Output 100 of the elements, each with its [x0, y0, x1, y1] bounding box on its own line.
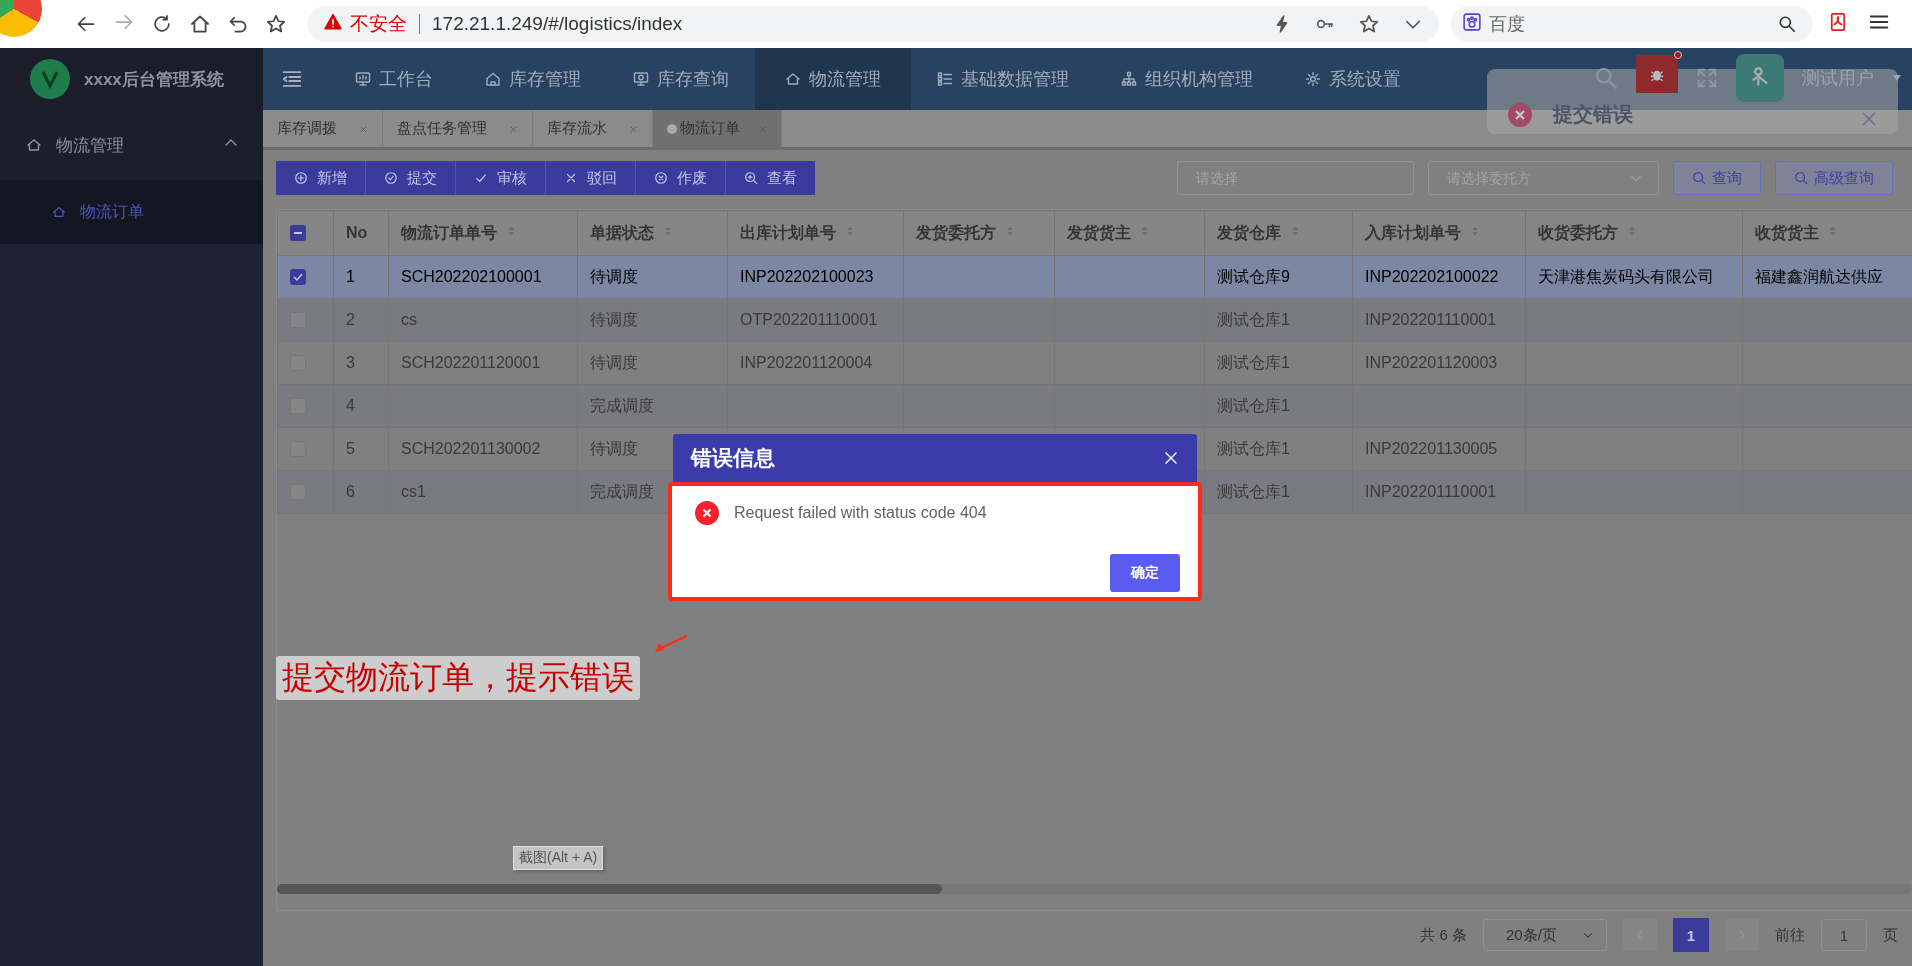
toolbar-button[interactable]: 新增: [276, 161, 366, 195]
table-cell: 天津港焦炭码头有限公司: [1538, 267, 1714, 285]
sidebar-item[interactable]: 物流订单: [0, 180, 263, 244]
table-cell: SCH202201120001: [401, 354, 541, 371]
star-icon[interactable]: [266, 14, 286, 34]
table-cell: 测试仓库9: [1217, 267, 1290, 285]
table-cell: 6: [346, 483, 355, 500]
pdf-icon[interactable]: [1828, 12, 1848, 32]
table-cell: INP202201110001: [1365, 311, 1497, 328]
select-all-checkbox[interactable]: [290, 225, 306, 241]
nav-item[interactable]: 系统设置: [1279, 48, 1427, 110]
horizontal-scrollbar[interactable]: [277, 884, 1912, 894]
table-cell: 4: [346, 397, 355, 414]
avatar[interactable]: [1736, 54, 1784, 102]
home-icon[interactable]: [190, 14, 210, 34]
table-cell: 福建鑫润航达供应: [1755, 267, 1883, 285]
table-cell: 完成调度: [590, 396, 654, 414]
forward-icon[interactable]: [114, 12, 134, 32]
house-icon: [52, 205, 66, 219]
security-label: 不安全: [350, 12, 407, 36]
table-cell: 完成调度: [590, 482, 654, 500]
table-cell: SCH202201130002: [401, 440, 541, 457]
table-cell: 1: [346, 268, 355, 285]
undo-icon[interactable]: [228, 14, 248, 34]
table-cell: 测试仓库1: [1217, 310, 1290, 328]
error-icon: [694, 500, 720, 526]
search-icon: [1794, 171, 1808, 185]
search-icon[interactable]: [1778, 15, 1796, 33]
nav-item[interactable]: 库存查询: [607, 48, 755, 110]
error-icon: [1507, 102, 1533, 128]
x-circle-icon: [654, 171, 668, 185]
confirm-button[interactable]: 确定: [1110, 554, 1180, 592]
error-message: Request failed with status code 404: [734, 504, 987, 522]
back-icon[interactable]: [76, 14, 96, 34]
status-dot: [667, 123, 677, 134]
url-text: 172.21.1.249/#/logistics/index: [432, 13, 684, 35]
nav-item[interactable]: 库存管理: [459, 48, 607, 110]
table-cell: 测试仓库1: [1217, 353, 1290, 371]
warning-icon: [324, 12, 342, 31]
close-icon: [564, 171, 578, 185]
table-cell: cs: [401, 311, 417, 328]
logo-icon: [30, 59, 70, 99]
table-cell: INP202201120003: [1365, 354, 1498, 371]
table-cell: 待调度: [590, 310, 638, 328]
table-cell: INP202201120004: [740, 354, 873, 371]
table-cell: 5: [346, 440, 355, 457]
table-cell: 测试仓库1: [1217, 482, 1290, 500]
table-cell: 3: [346, 354, 355, 371]
column-header[interactable]: 收货货主: [1755, 222, 1819, 244]
reload-icon[interactable]: [152, 14, 172, 34]
list-icon: [937, 71, 953, 87]
notification-title: 提交错误: [1553, 102, 1633, 127]
tooltip: 截图(Alt + A): [513, 846, 604, 870]
app-title: xxxx后台管理系统: [84, 68, 224, 91]
annotation-text: 提交物流订单，提示错误: [276, 656, 640, 700]
menu-collapse-icon[interactable]: [281, 68, 303, 90]
nav-item[interactable]: 物流管理: [755, 48, 911, 110]
monitor-icon: [633, 71, 649, 87]
nav-item[interactable]: 组织机构管理: [1095, 48, 1279, 110]
dialog-title: 错误信息: [691, 445, 775, 471]
fullscreen-icon[interactable]: [1696, 67, 1718, 89]
table-cell: 测试仓库1: [1217, 439, 1290, 457]
row-checkbox[interactable]: [290, 269, 306, 285]
table-cell: cs1: [401, 483, 426, 500]
tab[interactable]: 物流订单: [653, 110, 782, 147]
column-header[interactable]: No: [346, 224, 368, 242]
address-bar[interactable]: 不安全 172.21.1.249/#/logistics/index: [308, 6, 1439, 42]
goto-label: 前往: [1775, 925, 1805, 945]
table-cell: 待调度: [590, 439, 638, 457]
zoom-in-icon: [744, 171, 758, 185]
page-button[interactable]: 1: [1673, 918, 1709, 952]
table-cell: 待调度: [590, 353, 638, 371]
table-cell: SCH202202100001: [401, 268, 542, 285]
table-cell: INP202202100022: [1365, 268, 1499, 285]
page-size-select[interactable]: 20条/页: [1483, 919, 1607, 951]
goto-page-field[interactable]: 1: [1821, 919, 1867, 951]
table-cell: 测试仓库1: [1217, 396, 1290, 414]
nav-item[interactable]: 基础数据管理: [911, 48, 1095, 110]
table-cell: INP202201130005: [1365, 440, 1498, 457]
check-icon: [474, 171, 488, 185]
table-cell: INP202201110001: [1365, 483, 1497, 500]
paw-icon: [1463, 13, 1481, 31]
sidebar-group[interactable]: 物流管理: [0, 110, 263, 180]
tab[interactable]: 库存调拨: [263, 110, 383, 147]
table-cell: OTP202201110001: [740, 311, 878, 328]
total-count: 共 6 条: [1420, 925, 1467, 945]
search-field[interactable]: 百度: [1451, 6, 1812, 42]
close-button[interactable]: [1163, 450, 1179, 466]
check-circle-icon: [384, 171, 398, 185]
search-placeholder: 百度: [1489, 13, 1526, 36]
query-button[interactable]: 查询: [1673, 161, 1761, 195]
caret-icon[interactable]: [1892, 74, 1902, 82]
tab[interactable]: 盘点任务管理: [383, 110, 533, 147]
plus-circle-icon: [294, 171, 308, 185]
nav-item[interactable]: 工作台: [329, 48, 459, 110]
page-unit: 页: [1883, 925, 1898, 945]
column-header[interactable]: 收货委托方: [1538, 222, 1618, 244]
star-icon[interactable]: [1359, 14, 1379, 34]
advanced-query-button[interactable]: 高级查询: [1775, 161, 1893, 195]
search-icon: [1692, 171, 1706, 185]
